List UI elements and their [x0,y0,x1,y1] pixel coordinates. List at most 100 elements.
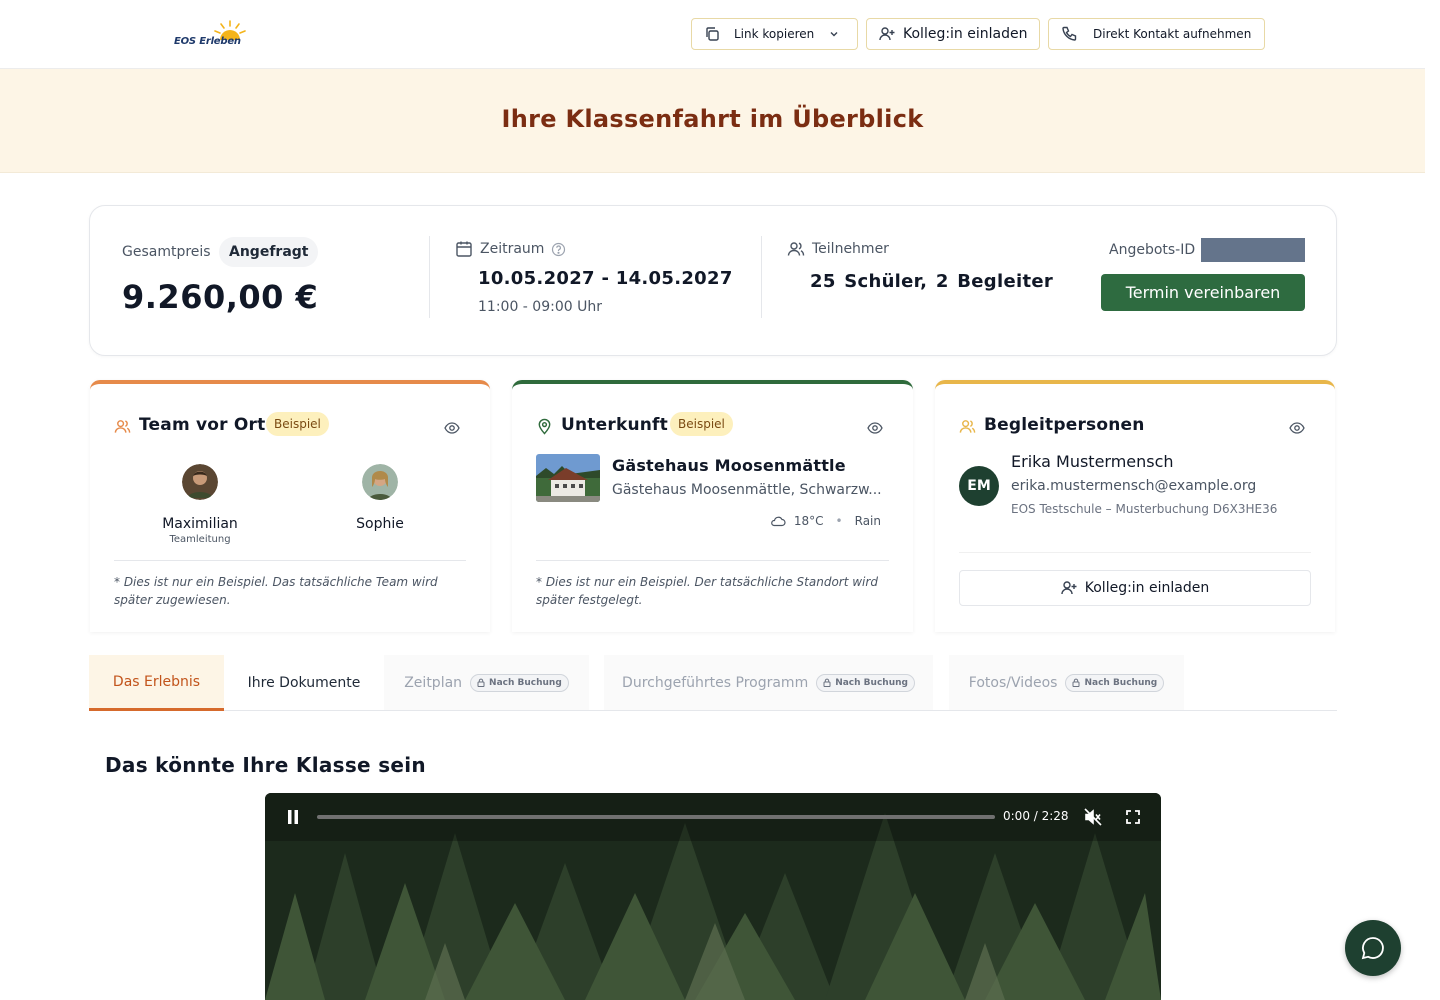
logo[interactable]: EOS Erleben [172,18,248,50]
offer-id-label: Angebots-ID [1109,242,1196,258]
chevron-down-icon [830,32,838,37]
accommodation-title: Unterkunft [561,415,668,435]
user-plus-icon [879,27,895,41]
invite-label: Kolleg:in einladen [903,26,1028,42]
tab-bar: Das Erlebnis Ihre Dokumente Zeitplan Nac… [89,655,1337,711]
locked-badge: Nach Buchung [1065,673,1165,692]
team-title: Team vor Ort [139,415,266,435]
tab-label: Zeitplan [404,674,463,691]
calendar-icon [456,241,472,257]
accommodation-photo[interactable] [536,454,600,502]
video-progress-bar[interactable] [317,815,995,819]
hero-banner: Ihre Klassenfahrt im Überblick [0,69,1425,173]
temperature: 18°C [793,514,824,528]
member-name: Maximilian [162,516,238,532]
chat-bubble-icon [1361,937,1384,960]
avatar: EM [959,466,999,506]
locked-badge-label: Nach Buchung [1084,677,1158,688]
trip-summary-card: Gesamtpreis Angefragt 9.260,00 € Zeitrau… [89,205,1337,356]
tab-documents[interactable]: Ihre Dokumente [224,655,384,710]
accommodation-address: Gästehaus Moosenmättle, Schwarzw... [612,482,882,498]
avatar [182,464,218,500]
locked-badge: Nach Buchung [816,673,915,692]
divider [536,560,889,561]
accommodation-card: Unterkunft Beispiel Gästehaus Moosenmätt… [512,380,913,632]
tab-schedule[interactable]: Zeitplan Nach Buchung [384,655,589,710]
companion-school: EOS Testschule – Musterbuchung D6X3HE36 [1011,502,1278,516]
locked-badge-label: Nach Buchung [489,677,562,688]
companion-name: Erika Mustermensch [1011,452,1174,471]
example-note: * Dies ist nur ein Beispiel. Der tatsäch… [536,575,878,607]
member-role: Teamleitung [169,534,231,545]
section-title: Das könnte Ihre Klasse sein [105,753,426,777]
user-plus-icon [1061,581,1077,595]
offer-id-redacted [1201,238,1305,262]
video-player[interactable]: 0:00 / 2:28 [265,793,1161,1000]
accommodation-name: Gästehaus Moosenmättle [612,456,846,475]
example-note: * Dies ist nur ein Beispiel. Das tatsäch… [114,575,438,607]
tab-photos-videos[interactable]: Fotos/Videos Nach Buchung [949,655,1184,710]
divider [114,560,466,561]
status-badge: Angefragt [219,237,319,267]
price-label: Gesamtpreis [122,244,211,260]
users-icon [114,420,131,433]
users-icon [787,242,805,256]
pause-icon[interactable] [287,810,299,824]
example-badge: Beispiel [670,412,733,436]
divider [761,236,762,318]
team-card: Team vor Ort Beispiel Maximilian Teamlei… [90,380,490,632]
direct-contact-button[interactable]: Direkt Kontakt aufnehmen [1048,18,1265,50]
trip-dates: 10.05.2027 - 14.05.2027 [478,268,733,289]
eye-icon[interactable] [867,420,883,436]
invite-label: Kolleg:in einladen [1084,580,1210,596]
logo-text: EOS Erleben [174,36,241,47]
companions-title: Begleitpersonen [984,415,1145,435]
video-controls: 0:00 / 2:28 [265,793,1161,841]
map-pin-icon [538,418,551,435]
chat-button[interactable] [1345,920,1401,976]
mute-icon[interactable] [1083,807,1103,827]
team-member[interactable]: Maximilian Teamleitung [140,464,260,545]
tab-label: Durchgeführtes Programm [622,674,809,691]
copy-link-label: Link kopieren [734,27,815,41]
help-icon[interactable] [551,242,566,257]
tab-program[interactable]: Durchgeführtes Programm Nach Buchung [604,655,933,710]
eye-icon[interactable] [1289,420,1305,436]
example-badge: Beispiel [266,412,329,436]
eye-icon[interactable] [444,420,460,436]
weather-condition: Rain [854,514,881,528]
locked-badge: Nach Buchung [470,673,569,692]
lock-icon [823,678,831,687]
copy-link-button[interactable]: Link kopieren [691,18,858,50]
divider [959,552,1311,553]
participants-label: Teilnehmer [812,241,889,257]
invite-colleague-button[interactable]: Kolleg:in einladen [866,18,1040,50]
cloud-icon [771,516,786,527]
avatar [362,464,398,500]
schedule-appointment-button[interactable]: Termin vereinbaren [1101,274,1305,311]
period-label: Zeitraum [480,241,545,257]
locked-badge-label: Nach Buchung [835,677,908,688]
tab-experience[interactable]: Das Erlebnis [89,655,224,711]
lock-icon [1072,678,1080,687]
total-price: 9.260,00 € [122,278,319,316]
contact-label: Direkt Kontakt aufnehmen [1093,27,1252,41]
users-icon [959,420,976,433]
invite-colleague-button[interactable]: Kolleg:in einladen [959,570,1311,606]
copy-icon [706,27,719,41]
participants-count: 25 Schüler, 2 Begleiter [810,271,1054,292]
weather-info: 18°C • Rain [770,514,881,528]
phone-icon [1062,26,1077,41]
separator-dot: • [835,514,843,528]
member-name: Sophie [356,516,404,532]
tab-label: Fotos/Videos [968,674,1058,691]
companion-email[interactable]: erika.mustermensch@example.org [1011,478,1256,494]
lock-icon [477,678,485,687]
team-member[interactable]: Sophie [320,464,440,532]
fullscreen-icon[interactable] [1125,809,1141,825]
top-bar: EOS Erleben Link kopieren Kolleg:in einl… [0,0,1425,69]
divider [429,236,430,318]
trip-times: 11:00 - 09:00 Uhr [478,299,602,315]
page-title: Ihre Klassenfahrt im Überblick [501,105,924,133]
video-time: 0:00 / 2:28 [1003,809,1069,823]
